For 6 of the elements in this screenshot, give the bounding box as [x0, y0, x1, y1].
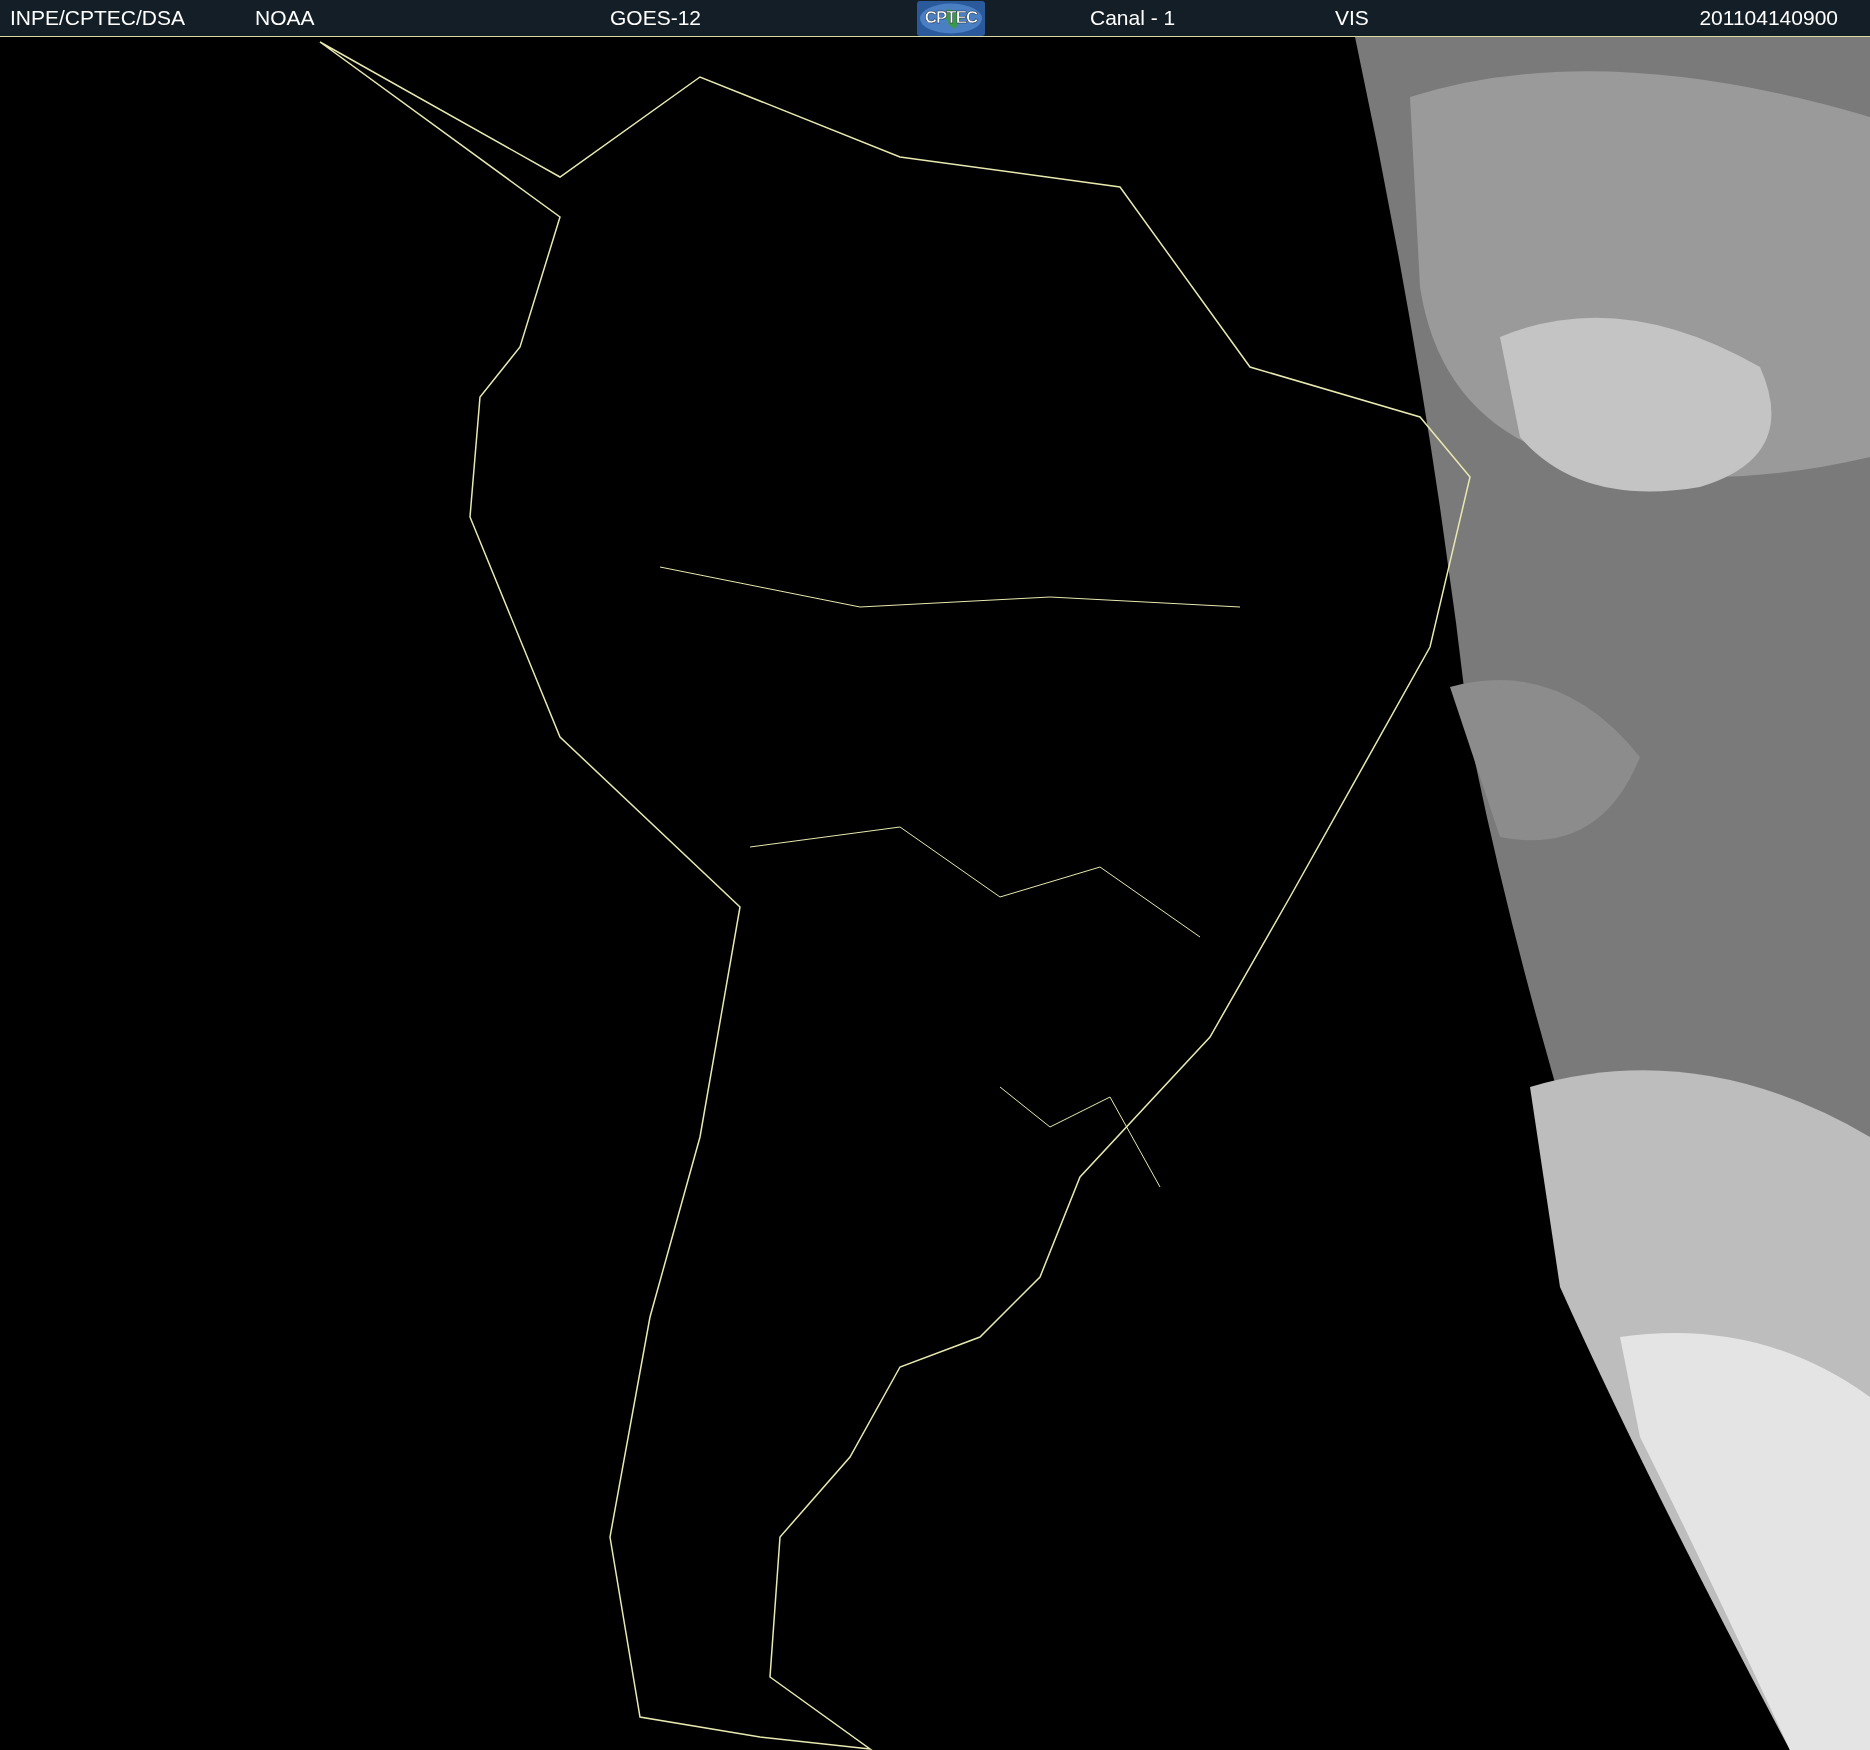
header-label: NOAA: [254, 6, 315, 30]
header-label: INPE/CPTEC/DSA: [9, 6, 186, 30]
header-label: 201104140900: [1698, 6, 1839, 30]
header-label: GOES-12: [609, 6, 702, 30]
header-label: VIS: [1334, 6, 1369, 30]
header-label: Canal - 1: [1089, 6, 1176, 30]
